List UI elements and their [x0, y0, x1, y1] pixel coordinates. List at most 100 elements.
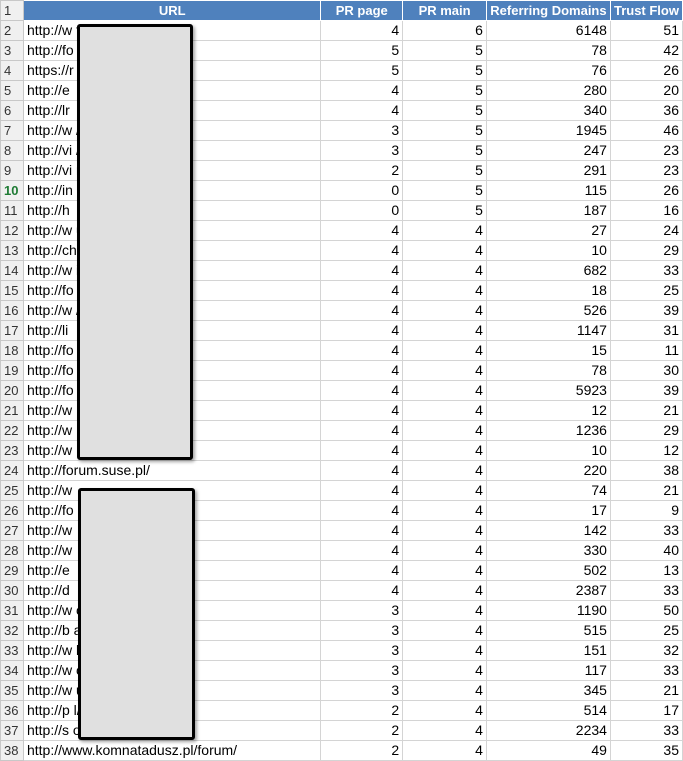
pr-main-cell[interactable]: 4	[402, 540, 487, 561]
row-number[interactable]: 15	[0, 280, 24, 301]
pr-page-cell[interactable]: 4	[320, 20, 404, 41]
referring-domains-cell[interactable]: 1147	[485, 320, 611, 341]
trust-flow-cell[interactable]: 33	[609, 720, 683, 741]
referring-domains-cell[interactable]: 76	[485, 60, 611, 81]
pr-page-cell[interactable]: 2	[320, 720, 404, 741]
row-number[interactable]: 17	[0, 320, 24, 341]
pr-main-cell[interactable]: 4	[402, 700, 487, 721]
pr-main-cell[interactable]: 4	[402, 380, 487, 401]
pr-page-cell[interactable]: 4	[320, 220, 404, 241]
pr-main-cell[interactable]: 4	[402, 720, 487, 741]
referring-domains-cell[interactable]: 345	[485, 680, 611, 701]
pr-main-cell[interactable]: 4	[402, 220, 487, 241]
row-number[interactable]: 28	[0, 540, 24, 561]
trust-flow-cell[interactable]: 46	[609, 120, 683, 141]
referring-domains-cell[interactable]: 2387	[485, 580, 611, 601]
trust-flow-cell[interactable]: 12	[609, 440, 683, 461]
trust-flow-cell[interactable]: 39	[609, 300, 683, 321]
pr-main-cell[interactable]: 4	[402, 640, 487, 661]
referring-domains-cell[interactable]: 115	[485, 180, 611, 201]
row-number[interactable]: 12	[0, 220, 24, 241]
pr-page-cell[interactable]: 0	[320, 200, 404, 221]
referring-domains-cell[interactable]: 247	[485, 140, 611, 161]
column-header-referring-domains[interactable]: Referring Domains	[485, 0, 611, 21]
referring-domains-cell[interactable]: 291	[485, 160, 611, 181]
trust-flow-cell[interactable]: 25	[609, 280, 683, 301]
referring-domains-cell[interactable]: 18	[485, 280, 611, 301]
referring-domains-cell[interactable]: 78	[485, 40, 611, 61]
row-number[interactable]: 30	[0, 580, 24, 601]
pr-page-cell[interactable]: 5	[320, 60, 404, 81]
pr-page-cell[interactable]: 5	[320, 40, 404, 61]
column-header-pr-main[interactable]: PR main	[402, 0, 487, 21]
referring-domains-cell[interactable]: 12	[485, 400, 611, 421]
row-number[interactable]: 33	[0, 640, 24, 661]
pr-main-cell[interactable]: 4	[402, 460, 487, 481]
pr-main-cell[interactable]: 4	[402, 560, 487, 581]
referring-domains-cell[interactable]: 280	[485, 80, 611, 101]
trust-flow-cell[interactable]: 16	[609, 200, 683, 221]
referring-domains-cell[interactable]: 1190	[485, 600, 611, 621]
trust-flow-cell[interactable]: 29	[609, 420, 683, 441]
pr-main-cell[interactable]: 4	[402, 300, 487, 321]
referring-domains-cell[interactable]: 502	[485, 560, 611, 581]
referring-domains-cell[interactable]: 117	[485, 660, 611, 681]
referring-domains-cell[interactable]: 340	[485, 100, 611, 121]
trust-flow-cell[interactable]: 30	[609, 360, 683, 381]
trust-flow-cell[interactable]: 26	[609, 60, 683, 81]
column-header-url[interactable]: URL	[22, 0, 322, 21]
row-number[interactable]: 5	[0, 80, 24, 101]
trust-flow-cell[interactable]: 23	[609, 140, 683, 161]
trust-flow-cell[interactable]: 17	[609, 700, 683, 721]
pr-page-cell[interactable]: 4	[320, 300, 404, 321]
row-number[interactable]: 18	[0, 340, 24, 361]
row-number[interactable]: 8	[0, 140, 24, 161]
trust-flow-cell[interactable]: 25	[609, 620, 683, 641]
row-number[interactable]: 37	[0, 720, 24, 741]
pr-page-cell[interactable]: 3	[320, 600, 404, 621]
row-number[interactable]: 32	[0, 620, 24, 641]
referring-domains-cell[interactable]: 1236	[485, 420, 611, 441]
row-number[interactable]: 21	[0, 400, 24, 421]
pr-page-cell[interactable]: 4	[320, 580, 404, 601]
referring-domains-cell[interactable]: 10	[485, 240, 611, 261]
row-number[interactable]: 4	[0, 60, 24, 81]
pr-main-cell[interactable]: 4	[402, 660, 487, 681]
column-header-trust-flow[interactable]: Trust Flow	[609, 0, 683, 21]
row-number[interactable]: 36	[0, 700, 24, 721]
trust-flow-cell[interactable]: 51	[609, 20, 683, 41]
pr-main-cell[interactable]: 4	[402, 260, 487, 281]
pr-page-cell[interactable]: 4	[320, 420, 404, 441]
row-number[interactable]: 7	[0, 120, 24, 141]
pr-page-cell[interactable]: 4	[320, 540, 404, 561]
referring-domains-cell[interactable]: 74	[485, 480, 611, 501]
pr-main-cell[interactable]: 5	[402, 140, 487, 161]
pr-page-cell[interactable]: 4	[320, 440, 404, 461]
referring-domains-cell[interactable]: 15	[485, 340, 611, 361]
referring-domains-cell[interactable]: 682	[485, 260, 611, 281]
trust-flow-cell[interactable]: 42	[609, 40, 683, 61]
referring-domains-cell[interactable]: 5923	[485, 380, 611, 401]
pr-page-cell[interactable]: 2	[320, 700, 404, 721]
pr-main-cell[interactable]: 5	[402, 80, 487, 101]
pr-page-cell[interactable]: 4	[320, 400, 404, 421]
pr-page-cell[interactable]: 4	[320, 360, 404, 381]
trust-flow-cell[interactable]: 21	[609, 480, 683, 501]
referring-domains-cell[interactable]: 49	[485, 740, 611, 761]
pr-main-cell[interactable]: 4	[402, 740, 487, 761]
row-number[interactable]: 19	[0, 360, 24, 381]
referring-domains-cell[interactable]: 27	[485, 220, 611, 241]
pr-page-cell[interactable]: 3	[320, 640, 404, 661]
pr-page-cell[interactable]: 3	[320, 660, 404, 681]
referring-domains-cell[interactable]: 142	[485, 520, 611, 541]
row-number[interactable]: 35	[0, 680, 24, 701]
row-number[interactable]: 22	[0, 420, 24, 441]
pr-main-cell[interactable]: 5	[402, 40, 487, 61]
pr-page-cell[interactable]: 4	[320, 520, 404, 541]
referring-domains-cell[interactable]: 514	[485, 700, 611, 721]
pr-page-cell[interactable]: 4	[320, 280, 404, 301]
pr-main-cell[interactable]: 4	[402, 500, 487, 521]
row-number[interactable]: 2	[0, 20, 24, 41]
row-number[interactable]: 20	[0, 380, 24, 401]
pr-page-cell[interactable]: 4	[320, 80, 404, 101]
